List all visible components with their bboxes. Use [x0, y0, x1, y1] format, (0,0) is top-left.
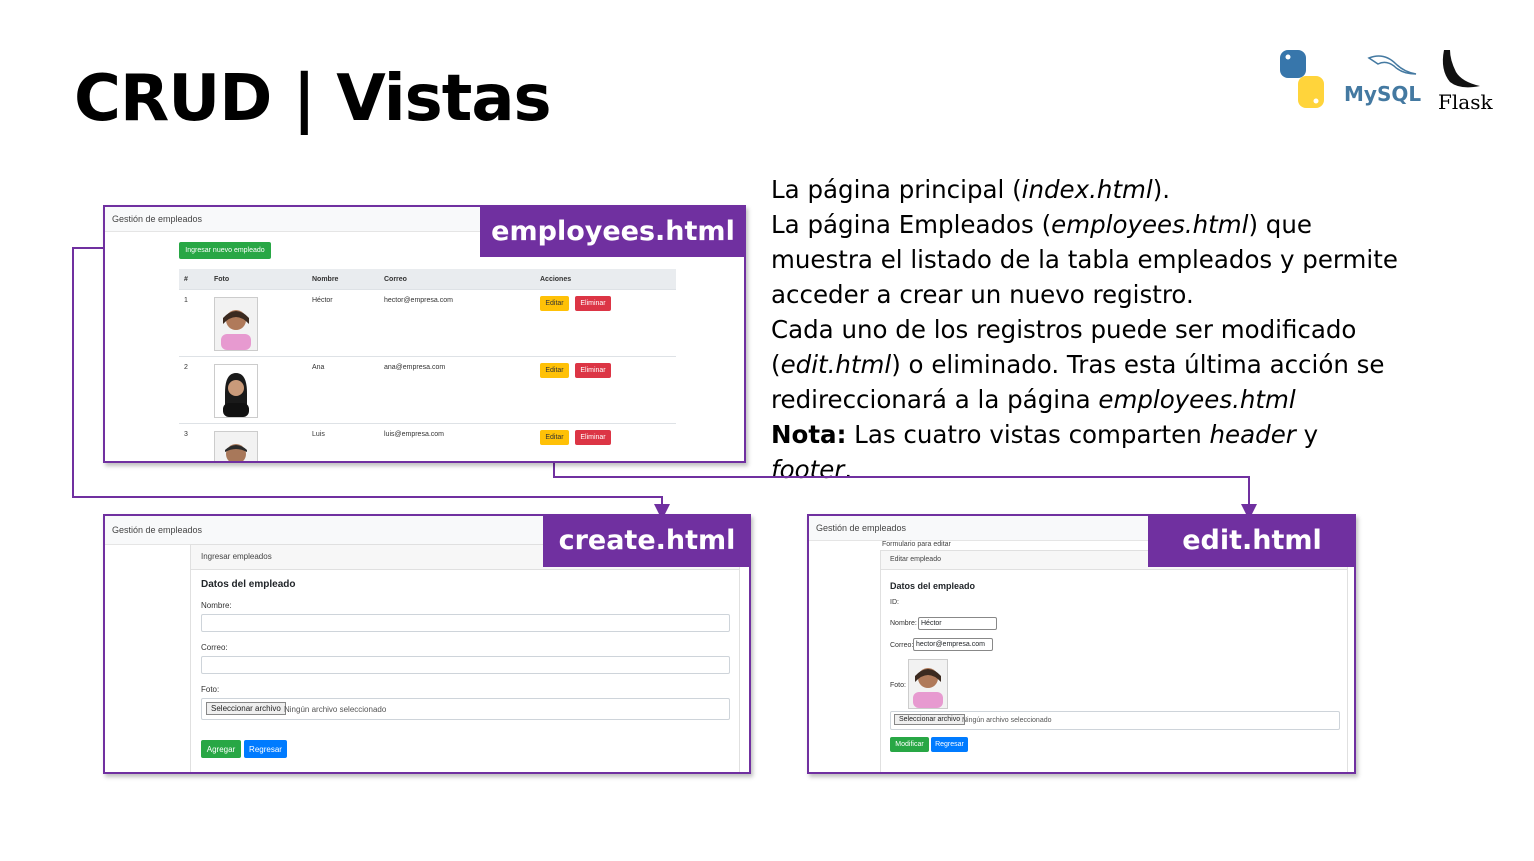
row-photo — [209, 356, 307, 424]
create-view-frame: Gestión de empleados Ingresar empleados … — [103, 514, 751, 774]
back-button[interactable]: Regresar — [244, 740, 287, 758]
name-label: Nombre: — [890, 620, 917, 627]
row-email: ana@empresa.com — [379, 356, 535, 424]
edit-button[interactable]: Editar — [540, 363, 569, 378]
create-card-title: Datos del empleado — [201, 579, 296, 590]
email-input[interactable]: hector@empresa.com — [913, 638, 993, 651]
email-label: Correo: — [890, 642, 914, 649]
row-id: 2 — [179, 356, 209, 424]
no-file-text: Ningún archivo seleccionado — [962, 717, 1052, 724]
edit-view-tag: edit.html — [1148, 516, 1354, 567]
employees-table: # Foto Nombre Correo Acciones 1 Héctor h… — [179, 269, 676, 461]
desc-note: Nota: Las cuatro vistas comparten header… — [771, 420, 1319, 484]
row-actions: Editar Eliminar — [535, 356, 676, 424]
row-id: 1 — [179, 289, 209, 357]
edit-card-title: Datos del empleado — [890, 581, 976, 591]
row-id: 3 — [179, 423, 209, 461]
photo-label: Foto: — [201, 685, 220, 694]
delete-button[interactable]: Eliminar — [575, 363, 611, 378]
row-actions: Editar Eliminar — [535, 423, 676, 461]
edit-view-frame: Gestión de empleados Formulario para edi… — [807, 514, 1356, 774]
name-label: Nombre: — [201, 601, 232, 610]
select-file-button[interactable]: Seleccionar archivo — [206, 702, 286, 715]
employee-photo-icon — [214, 431, 258, 461]
edit-button[interactable]: Editar — [540, 430, 569, 445]
dolphin-icon — [1367, 55, 1417, 75]
row-email: luis@empresa.com — [379, 423, 535, 461]
employees-view-tag: employees.html — [480, 207, 744, 257]
new-employee-button[interactable]: Ingresar nuevo empleado — [179, 242, 271, 259]
delete-button[interactable]: Eliminar — [575, 430, 611, 445]
slide-title: CRUD | Vistas — [74, 62, 552, 136]
mysql-logo-text: MySQL — [1344, 82, 1422, 106]
row-photo — [209, 423, 307, 461]
employee-photo-icon — [214, 364, 258, 418]
email-label: Correo: — [201, 643, 228, 652]
name-input-value: Héctor — [921, 620, 942, 627]
employee-photo-icon — [908, 659, 948, 709]
select-file-button[interactable]: Seleccionar archivo — [894, 714, 966, 725]
col-header-actions: Acciones — [535, 269, 676, 290]
edit-form-caption: Formulario para editar — [882, 541, 951, 548]
row-name: Ana — [307, 356, 379, 424]
tech-logos: MySQL Flask — [1276, 46, 1496, 116]
col-header-name: Nombre — [307, 269, 379, 290]
employee-photo-icon — [214, 297, 258, 351]
row-name: Héctor — [307, 289, 379, 357]
email-input-value: hector@empresa.com — [916, 641, 985, 648]
table-row: 3 Luis luis@empresa.com Editar Eliminar — [179, 423, 676, 461]
name-input[interactable]: Héctor — [918, 617, 997, 630]
employees-view-frame: Gestión de empleados Ingresar nuevo empl… — [103, 205, 746, 463]
table-row: 2 Ana ana@empresa.com Editar Eliminar — [179, 356, 676, 424]
col-header-photo: Foto — [209, 269, 307, 290]
photo-label: Foto: — [890, 682, 906, 689]
col-header-email: Correo — [379, 269, 535, 290]
edit-button[interactable]: Editar — [540, 296, 569, 311]
row-actions: Editar Eliminar — [535, 289, 676, 357]
create-card: Ingresar empleados Datos del empleado No… — [190, 544, 740, 772]
edit-card: Editar empleado Datos del empleado ID: N… — [880, 550, 1348, 772]
col-header-number: # — [179, 269, 209, 290]
desc-paragraph-2: La página Empleados (employees.html) que… — [771, 210, 1398, 309]
add-button[interactable]: Agregar — [201, 740, 241, 758]
row-email: hector@empresa.com — [379, 289, 535, 357]
flask-logo-text: Flask — [1438, 90, 1493, 114]
table-row: 1 Héctor hector@empresa.com Editar Elimi… — [179, 289, 676, 357]
delete-button[interactable]: Eliminar — [575, 296, 611, 311]
no-file-text: Ningún archivo seleccionado — [284, 705, 387, 714]
id-label: ID: — [890, 599, 899, 606]
desc-paragraph-3: Cada uno de los registros puede ser modi… — [771, 315, 1385, 414]
slide-description: La página principal (index.html). La pág… — [771, 172, 1401, 487]
email-input[interactable] — [201, 656, 730, 674]
row-photo — [209, 289, 307, 357]
row-name: Luis — [307, 423, 379, 461]
flask-horn-icon — [1442, 50, 1480, 88]
modify-button[interactable]: Modificar — [890, 737, 929, 752]
desc-paragraph-1: La página principal (index.html). — [771, 175, 1171, 204]
name-input[interactable] — [201, 614, 730, 632]
create-view-tag: create.html — [543, 516, 749, 567]
back-button[interactable]: Regresar — [931, 737, 968, 752]
